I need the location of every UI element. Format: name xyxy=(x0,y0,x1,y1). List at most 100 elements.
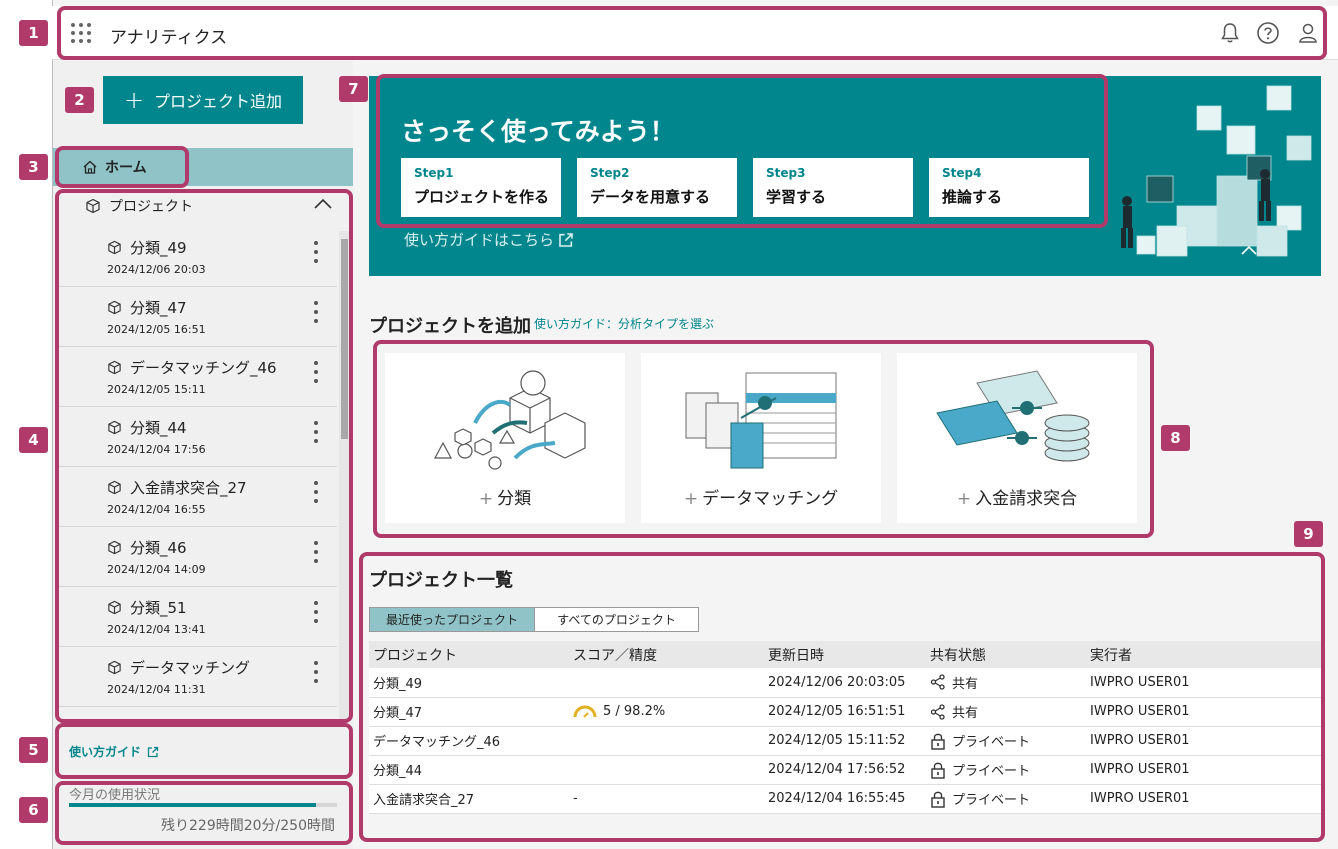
annotation-number: 9 xyxy=(1294,521,1323,547)
project-name-text: 分類_47 xyxy=(130,299,187,317)
cell-updated: 2024/12/04 17:56:52 xyxy=(764,755,926,785)
more-options-icon[interactable] xyxy=(313,601,319,627)
annotation-number: 1 xyxy=(19,20,48,46)
usage-label: 今月の使用状況 xyxy=(69,788,161,803)
project-name: 分類_47 xyxy=(107,297,187,318)
chevron-up-icon[interactable] xyxy=(313,197,333,211)
sidebar-project-item[interactable]: 分類_51 2024/12/04 13:41 xyxy=(59,587,337,647)
guide-link-label: 使い方ガイド xyxy=(69,745,142,759)
cell-share: 共有 xyxy=(926,668,1086,698)
sidebar-guide-link[interactable]: 使い方ガイド xyxy=(69,743,159,760)
step-number: Step4 xyxy=(942,166,982,180)
project-type-card-payment-reconciliation[interactable]: + 入金請求突合 xyxy=(897,353,1137,523)
more-options-icon[interactable] xyxy=(313,541,319,567)
project-list-heading: プロジェクト一覧 xyxy=(369,570,513,591)
project-type-card-data-matching[interactable]: + データマッチング xyxy=(641,353,881,523)
project-name-text: 分類_44 xyxy=(130,419,187,437)
cell-score xyxy=(569,726,764,756)
analysis-type-guide-link[interactable]: 使い方ガイド：分析タイプを選ぶ xyxy=(534,315,714,332)
table-row[interactable]: 分類_47 5 / 98.2% 2024/12/05 16:51:51 共有 IWPRO… xyxy=(369,697,1321,727)
cube-icon xyxy=(108,360,121,375)
more-options-icon[interactable] xyxy=(313,301,319,327)
app-launcher-icon[interactable] xyxy=(70,22,92,44)
plus-icon: + xyxy=(956,489,972,509)
sidebar-project-item[interactable]: 入金請求突合_27 2024/12/04 16:55 xyxy=(59,467,337,527)
project-date: 2024/12/04 17:56 xyxy=(107,443,206,456)
sidebar-item-home[interactable]: ホーム xyxy=(53,148,353,186)
data-matching-illustration xyxy=(685,372,837,469)
table-row[interactable]: 分類_49 2024/12/06 20:03:05 共有 IWPRO USER01 xyxy=(369,668,1321,698)
cube-icon xyxy=(108,420,121,435)
add-project-button[interactable]: + プロジェクト追加 xyxy=(103,76,303,124)
project-name: 入金請求突合_27 xyxy=(107,477,247,498)
cell-runner: IWPRO USER01 xyxy=(1086,784,1321,814)
step-card-3[interactable]: Step3 学習する xyxy=(753,158,913,217)
project-table: プロジェクト スコア／精度 更新日時 共有状態 実行者 分類_49 2024/12… xyxy=(369,641,1321,814)
column-header[interactable]: 共有状態 xyxy=(926,641,1086,668)
tab-all-projects[interactable]: すべてのプロジェクト xyxy=(534,607,699,632)
project-name-text: 分類_46 xyxy=(130,539,187,557)
share-status: 共有 xyxy=(952,706,979,721)
help-icon[interactable] xyxy=(1256,21,1280,45)
column-header[interactable]: 実行者 xyxy=(1086,641,1321,668)
banner-guide-link[interactable]: 使い方ガイドはこちら xyxy=(404,229,574,250)
project-name: データマッチング xyxy=(107,657,250,678)
user-icon[interactable] xyxy=(1296,21,1320,45)
sidebar-projects-header[interactable]: プロジェクト xyxy=(53,189,353,223)
more-options-icon[interactable] xyxy=(313,481,319,507)
card-label: + 入金請求突合 xyxy=(897,484,1137,509)
plus-icon: + xyxy=(683,489,699,509)
more-options-icon[interactable] xyxy=(313,661,319,687)
cell-project: 分類_44 xyxy=(369,755,569,785)
cell-project: 入金請求突合_27 xyxy=(369,784,569,814)
more-options-icon[interactable] xyxy=(313,421,319,447)
table-row[interactable]: 入金請求突合_27- 2024/12/04 16:55:45 プライベート IWPRO… xyxy=(369,784,1321,814)
plus-icon: + xyxy=(123,86,145,114)
project-name-text: データマッチング xyxy=(130,659,251,677)
step-card-4[interactable]: Step4 推論する xyxy=(929,158,1089,217)
card-label: + 分類 xyxy=(385,484,625,509)
sidebar-scrollbar[interactable] xyxy=(339,231,349,721)
cube-icon xyxy=(86,198,100,214)
column-header[interactable]: プロジェクト xyxy=(369,641,569,668)
annotation-number: 7 xyxy=(339,76,368,102)
app-header: アナリティクス xyxy=(52,6,1338,60)
share-icon xyxy=(930,674,945,690)
cube-icon xyxy=(108,480,121,495)
table-row[interactable]: 分類_44 2024/12/04 17:56:52 プライベート IWPRO USER… xyxy=(369,755,1321,785)
bell-icon[interactable] xyxy=(1218,21,1242,45)
cell-updated: 2024/12/04 16:55:45 xyxy=(764,784,926,814)
sidebar-project-item[interactable]: データマッチング_46 2024/12/05 15:11 xyxy=(59,347,337,407)
cube-icon xyxy=(108,240,121,255)
scrollbar-thumb[interactable] xyxy=(341,239,348,439)
lock-icon xyxy=(931,733,945,750)
cube-icon xyxy=(108,540,121,555)
project-date: 2024/12/04 11:31 xyxy=(107,683,206,696)
cell-updated: 2024/12/05 15:11:52 xyxy=(764,726,926,756)
cell-runner: IWPRO USER01 xyxy=(1086,726,1321,756)
step-card-1[interactable]: Step1 プロジェクトを作る xyxy=(401,158,561,217)
cell-share: プライベート xyxy=(926,726,1086,756)
more-options-icon[interactable] xyxy=(313,361,319,387)
step-number: Step1 xyxy=(414,166,454,180)
sidebar-project-item[interactable]: 分類_47 2024/12/05 16:51 xyxy=(59,287,337,347)
sidebar-project-item[interactable]: 分類_49 2024/12/06 20:03 xyxy=(59,227,337,287)
sidebar-project-item[interactable]: 分類_46 2024/12/04 14:09 xyxy=(59,527,337,587)
step-card-2[interactable]: Step2 データを用意する xyxy=(577,158,737,217)
column-header[interactable]: スコア／精度 xyxy=(569,641,764,668)
app-title: アナリティクス xyxy=(110,28,228,48)
tab-recent-projects[interactable]: 最近使ったプロジェクト xyxy=(369,607,535,632)
cell-share: プライベート xyxy=(926,755,1086,785)
sidebar-project-item[interactable]: 分類_44 2024/12/04 17:56 xyxy=(59,407,337,467)
project-type-card-classification[interactable]: + 分類 xyxy=(385,353,625,523)
project-name-text: 分類_49 xyxy=(130,239,187,257)
sidebar-project-item[interactable]: データマッチング 2024/12/04 11:31 xyxy=(59,647,337,707)
banner-title: さっそく使ってみよう！ xyxy=(401,117,675,146)
payment-reconciliation-illustration xyxy=(936,370,1090,462)
external-link-icon xyxy=(559,232,573,247)
sidebar-project-list: 分類_49 2024/12/06 20:03 分類_47 2024/12/05 16:… xyxy=(59,227,337,719)
table-row[interactable]: データマッチング_46 2024/12/05 15:11:52 プライベート IWPR… xyxy=(369,726,1321,756)
column-header[interactable]: 更新日時 xyxy=(764,641,926,668)
more-options-icon[interactable] xyxy=(313,241,319,267)
cell-updated: 2024/12/06 20:03:05 xyxy=(764,668,926,698)
